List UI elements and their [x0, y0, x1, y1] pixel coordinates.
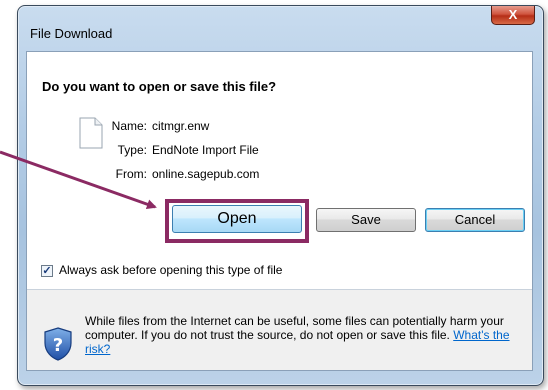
svg-text:?: ?	[53, 335, 63, 356]
file-download-window: File Download X Do you want to open or s…	[17, 5, 544, 386]
dialog-body: Do you want to open or save this file? N…	[26, 51, 533, 371]
dialog-question: Do you want to open or save this file?	[42, 79, 277, 94]
shield-question-icon: ?	[44, 327, 72, 361]
separator	[27, 289, 532, 290]
save-button[interactable]: Save	[316, 208, 416, 232]
file-name-value: citmgr.enw	[152, 119, 210, 133]
always-ask-label: Always ask before opening this type of f…	[59, 263, 283, 277]
file-from-label: From:	[115, 167, 147, 181]
warning-text: While files from the Internet can be use…	[85, 314, 504, 342]
always-ask-checkbox[interactable]: ✓	[41, 265, 53, 277]
file-type-label: Type:	[117, 143, 147, 157]
open-button[interactable]: Open	[172, 205, 302, 233]
cancel-button[interactable]: Cancel	[425, 208, 525, 232]
file-type-value: EndNote Import File	[152, 143, 259, 157]
file-from-value: online.sagepub.com	[152, 167, 260, 181]
close-button[interactable]: X	[491, 6, 535, 25]
file-name-label: Name:	[111, 119, 147, 133]
window-title: File Download	[30, 26, 113, 41]
security-warning: While files from the Internet can be use…	[85, 314, 515, 356]
